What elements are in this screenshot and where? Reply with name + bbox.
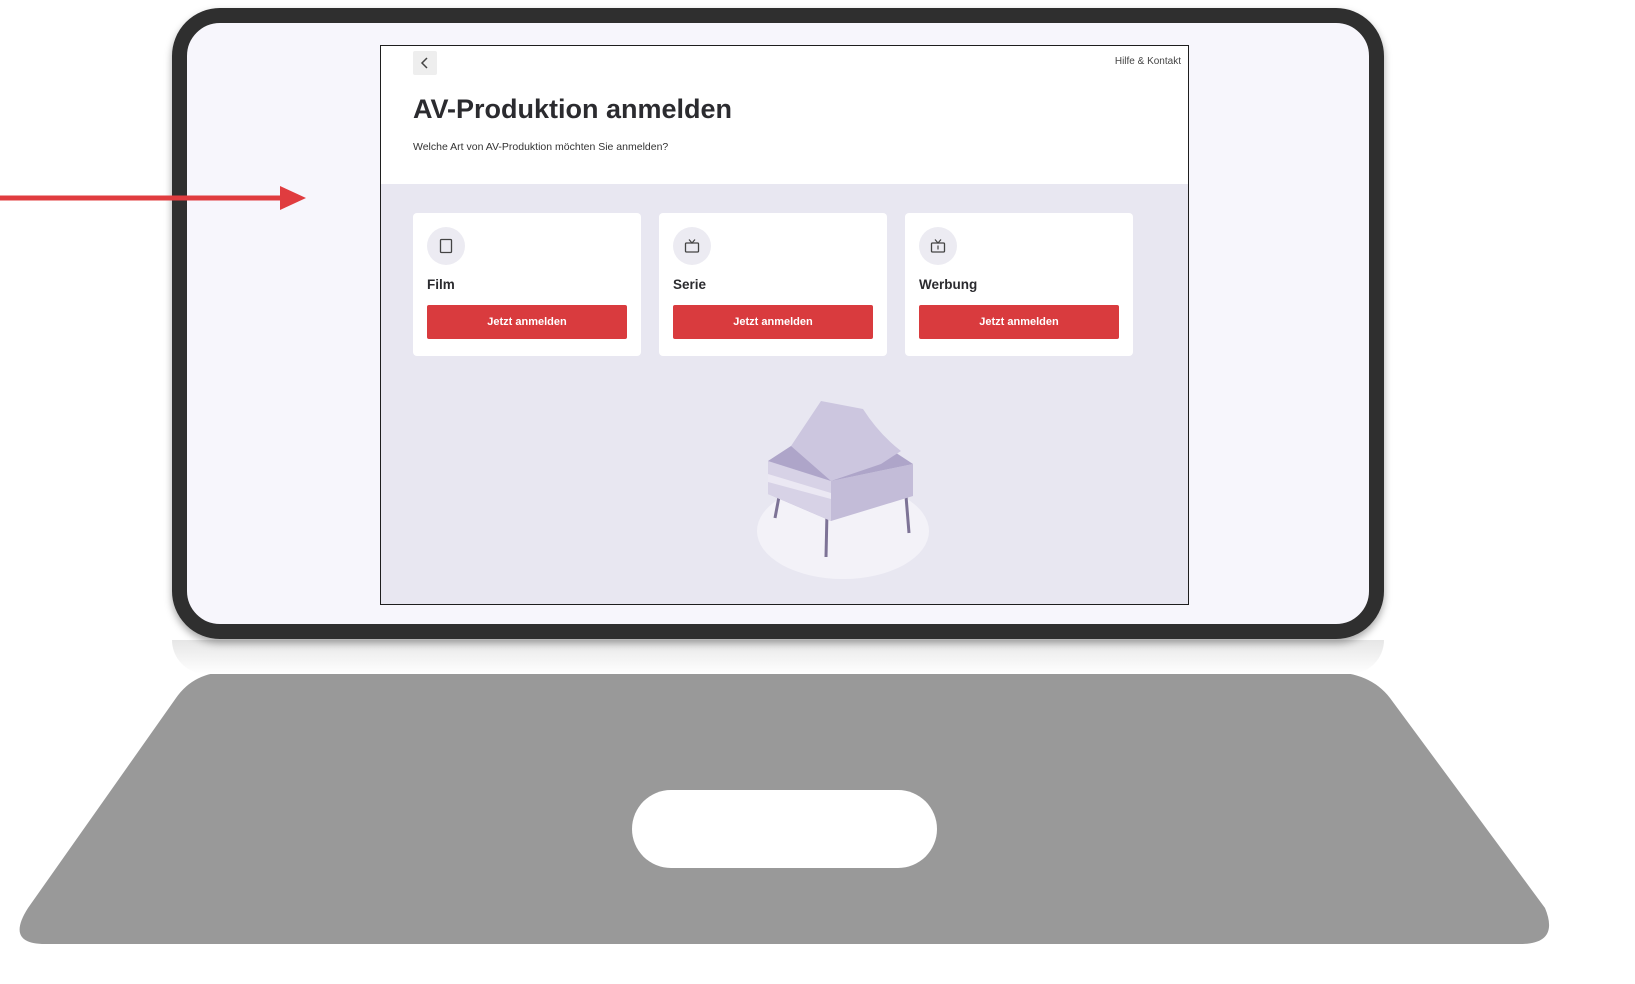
card-film: Film Jetzt anmelden: [413, 213, 641, 356]
app-screen: Hilfe & Kontakt AV-Produktion anmelden W…: [380, 45, 1189, 605]
card-label-film: Film: [427, 277, 455, 292]
chevron-left-icon: [420, 57, 428, 69]
trackpad: [632, 790, 937, 868]
production-type-cards: Film Jetzt anmelden Serie Jetzt anmelden: [413, 213, 1173, 356]
laptop-lid-reflection: [172, 640, 1384, 674]
tv-icon: [684, 239, 700, 253]
card-icon-circle: [673, 227, 711, 265]
page-title: AV-Produktion anmelden: [413, 94, 733, 124]
card-werbung: Werbung Jetzt anmelden: [905, 213, 1133, 356]
page-header: Hilfe & Kontakt AV-Produktion anmelden W…: [381, 46, 1188, 184]
tv-ad-icon: [930, 239, 946, 253]
annotation-arrow-icon: [0, 186, 306, 210]
card-icon-circle: [427, 227, 465, 265]
card-label-serie: Serie: [673, 277, 707, 292]
tablet-icon: [439, 238, 453, 254]
card-label-werbung: Werbung: [919, 277, 978, 292]
grand-piano-illustration: [757, 401, 929, 579]
register-film-button[interactable]: Jetzt anmelden: [427, 305, 627, 339]
register-werbung-button[interactable]: Jetzt anmelden: [919, 305, 1119, 339]
card-icon-circle: [919, 227, 957, 265]
page-subtitle: Welche Art von AV-Produktion möchten Sie…: [413, 141, 669, 153]
back-button[interactable]: [413, 51, 437, 75]
help-contact-link[interactable]: Hilfe & Kontakt: [1115, 56, 1181, 67]
card-serie: Serie Jetzt anmelden: [659, 213, 887, 356]
register-serie-button[interactable]: Jetzt anmelden: [673, 305, 873, 339]
